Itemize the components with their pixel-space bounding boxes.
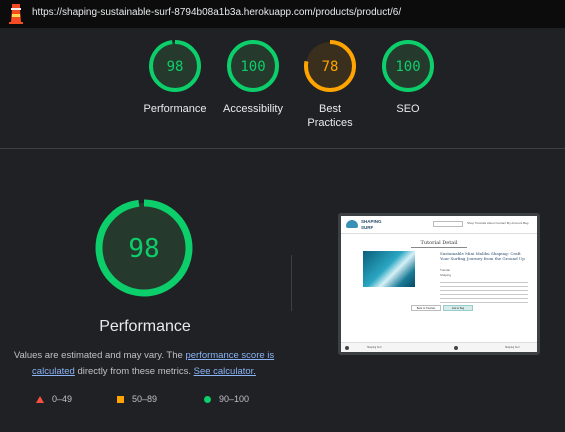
page-screenshot-thumbnail[interactable]: SHAPING SURF Shop Tutorials About Contac…: [338, 213, 540, 355]
triangle-icon: [36, 395, 44, 403]
facebook-icon: [454, 346, 458, 350]
metrics-description: Values are estimated and may vary. The p…: [8, 348, 280, 380]
gauge-score: 98: [167, 59, 184, 75]
score-summary: 98 Performance 100 Accessibility 78 Best…: [0, 38, 565, 138]
performance-gauge-large: 98: [95, 199, 193, 297]
section-divider: [0, 148, 565, 149]
gauge-label: Performance: [143, 103, 207, 115]
gauge-label: Best Practices: [307, 103, 353, 129]
performance-title: Performance: [99, 318, 191, 335]
lighthouse-icon: [9, 4, 23, 24]
legend-range: 50–89: [132, 394, 158, 404]
gauge-ring: 100: [382, 40, 434, 92]
thumb-footer-text-2: Shaping Surf: [505, 346, 520, 349]
gauge-score: 100: [240, 59, 265, 75]
gauge-ring: 100: [227, 40, 279, 92]
top-bar: https://shaping-sustainable-surf-8794b08…: [0, 0, 565, 28]
thumb-heading: Tutorial Detail: [420, 240, 458, 246]
wave-logo-icon: [346, 220, 358, 228]
gauge-ring: 78: [304, 40, 356, 92]
thumb-footer-text: Shaping Surf: [367, 346, 382, 349]
performance-score: 98: [128, 234, 159, 264]
circle-icon: [204, 395, 211, 403]
gauge-label: SEO: [396, 103, 420, 115]
gauge-ring: 98: [149, 40, 201, 92]
thumb-search-box: [433, 221, 463, 227]
square-icon: [117, 395, 124, 403]
thumb-body-text: [440, 282, 528, 306]
thumb-navbar: SHAPING SURF Shop Tutorials About Contac…: [341, 216, 537, 234]
legend-range: 0–49: [52, 394, 73, 404]
thumb-add-button: Add to Bag: [443, 305, 473, 311]
thumb-footer-icon: [345, 346, 349, 350]
description-text: Values are estimated and may vary. The: [13, 350, 186, 361]
thumb-brand-line2: SURF: [361, 225, 374, 230]
legend-fail: 0–49: [36, 394, 72, 404]
see-calculator-link[interactable]: See calculator.: [194, 366, 256, 377]
gauge-best-practices[interactable]: 78 Best Practices: [285, 38, 375, 130]
thumb-product-meta: Tutorial Shaping: [440, 268, 451, 278]
thumb-product-title: Sustainable Mini Malibu Shaping: Craft Y…: [440, 251, 525, 261]
thumb-meta-2: Shaping: [440, 273, 452, 277]
thumb-heading-rule: [411, 247, 467, 248]
legend-pass: 90–100: [204, 394, 249, 404]
thumb-brand: SHAPING SURF: [361, 219, 382, 231]
legend-average: 50–89: [117, 394, 157, 404]
description-text-2: directly from these metrics.: [74, 366, 194, 377]
page-url[interactable]: https://shaping-sustainable-surf-8794b08…: [32, 7, 401, 18]
legend-range: 90–100: [219, 394, 250, 404]
thumb-nav-links: Shop Tutorials About Contact My Account …: [467, 221, 529, 225]
gauge-score: 78: [322, 59, 339, 75]
gauge-performance[interactable]: 98 Performance: [130, 38, 220, 116]
gauge-seo[interactable]: 100 SEO: [363, 38, 453, 116]
vertical-divider: [291, 255, 292, 311]
thumb-product-image: [363, 251, 415, 287]
gauge-score: 100: [395, 59, 420, 75]
thumb-back-button: Back to Tutorials: [411, 305, 441, 311]
thumb-footer: Shaping Surf Shaping Surf: [341, 342, 537, 352]
